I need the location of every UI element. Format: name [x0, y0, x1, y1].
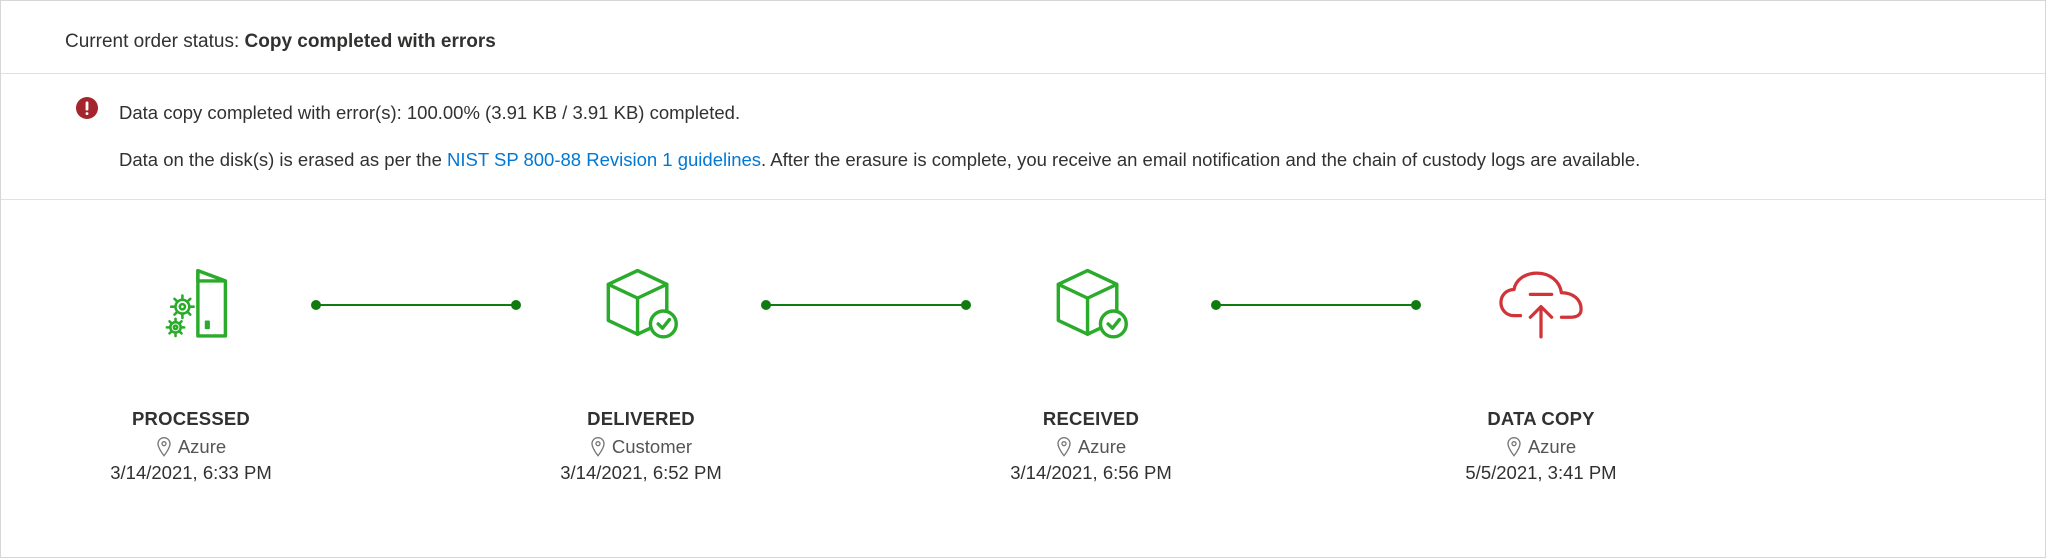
- timeline-node-received: RECEIVED Azure 3/14/2021, 6:56 PM: [981, 260, 1201, 484]
- info-line2-post: . After the erasure is complete, you rec…: [761, 149, 1640, 170]
- node-title: RECEIVED: [1043, 408, 1139, 430]
- node-timestamp: 3/14/2021, 6:56 PM: [1010, 462, 1171, 484]
- timeline-node-datacopy: DATA COPY Azure 5/5/2021, 3:41 PM: [1431, 260, 1651, 484]
- node-title: DATA COPY: [1487, 408, 1594, 430]
- node-location: Azure: [178, 436, 226, 458]
- node-title: PROCESSED: [132, 408, 250, 430]
- timeline-connector: [1201, 260, 1431, 350]
- status-label: Current order status:: [65, 31, 239, 52]
- node-title: DELIVERED: [587, 408, 695, 430]
- node-timestamp: 5/5/2021, 3:41 PM: [1465, 462, 1616, 484]
- node-location: Azure: [1078, 436, 1126, 458]
- timeline-connector: [301, 260, 531, 350]
- order-status-panel: Current order status: Copy completed wit…: [0, 0, 2046, 558]
- nist-guidelines-link[interactable]: NIST SP 800-88 Revision 1 guidelines: [447, 149, 761, 170]
- order-timeline: PROCESSED Azure 3/14/2021, 6:33 PM: [1, 200, 2045, 484]
- node-location-row: Azure: [1056, 436, 1126, 458]
- status-value: Copy completed with errors: [245, 31, 496, 52]
- node-location: Customer: [612, 436, 692, 458]
- node-location: Azure: [1528, 436, 1576, 458]
- status-header: Current order status: Copy completed wit…: [1, 1, 2045, 74]
- error-icon: [75, 96, 99, 120]
- timeline-connector: [751, 260, 981, 350]
- map-pin-icon: [590, 437, 606, 457]
- node-timestamp: 3/14/2021, 6:33 PM: [110, 462, 271, 484]
- cloud-upload-error-icon: [1496, 260, 1586, 350]
- map-pin-icon: [1056, 437, 1072, 457]
- node-location-row: Azure: [156, 436, 226, 458]
- node-timestamp: 3/14/2021, 6:52 PM: [560, 462, 721, 484]
- info-line1: Data copy completed with error(s): 100.0…: [119, 96, 1640, 129]
- info-banner: Data copy completed with error(s): 100.0…: [1, 74, 2045, 200]
- info-line2: Data on the disk(s) is erased as per the…: [119, 143, 1640, 176]
- node-location-row: Customer: [590, 436, 692, 458]
- info-line2-pre: Data on the disk(s) is erased as per the: [119, 149, 447, 170]
- delivered-icon: [596, 260, 686, 350]
- node-location-row: Azure: [1506, 436, 1576, 458]
- map-pin-icon: [1506, 437, 1522, 457]
- processed-icon: [146, 260, 236, 350]
- info-text: Data copy completed with error(s): 100.0…: [119, 96, 1640, 177]
- map-pin-icon: [156, 437, 172, 457]
- received-icon: [1046, 260, 1136, 350]
- timeline-node-processed: PROCESSED Azure 3/14/2021, 6:33 PM: [81, 260, 301, 484]
- timeline-node-delivered: DELIVERED Customer 3/14/2021, 6:52 PM: [531, 260, 751, 484]
